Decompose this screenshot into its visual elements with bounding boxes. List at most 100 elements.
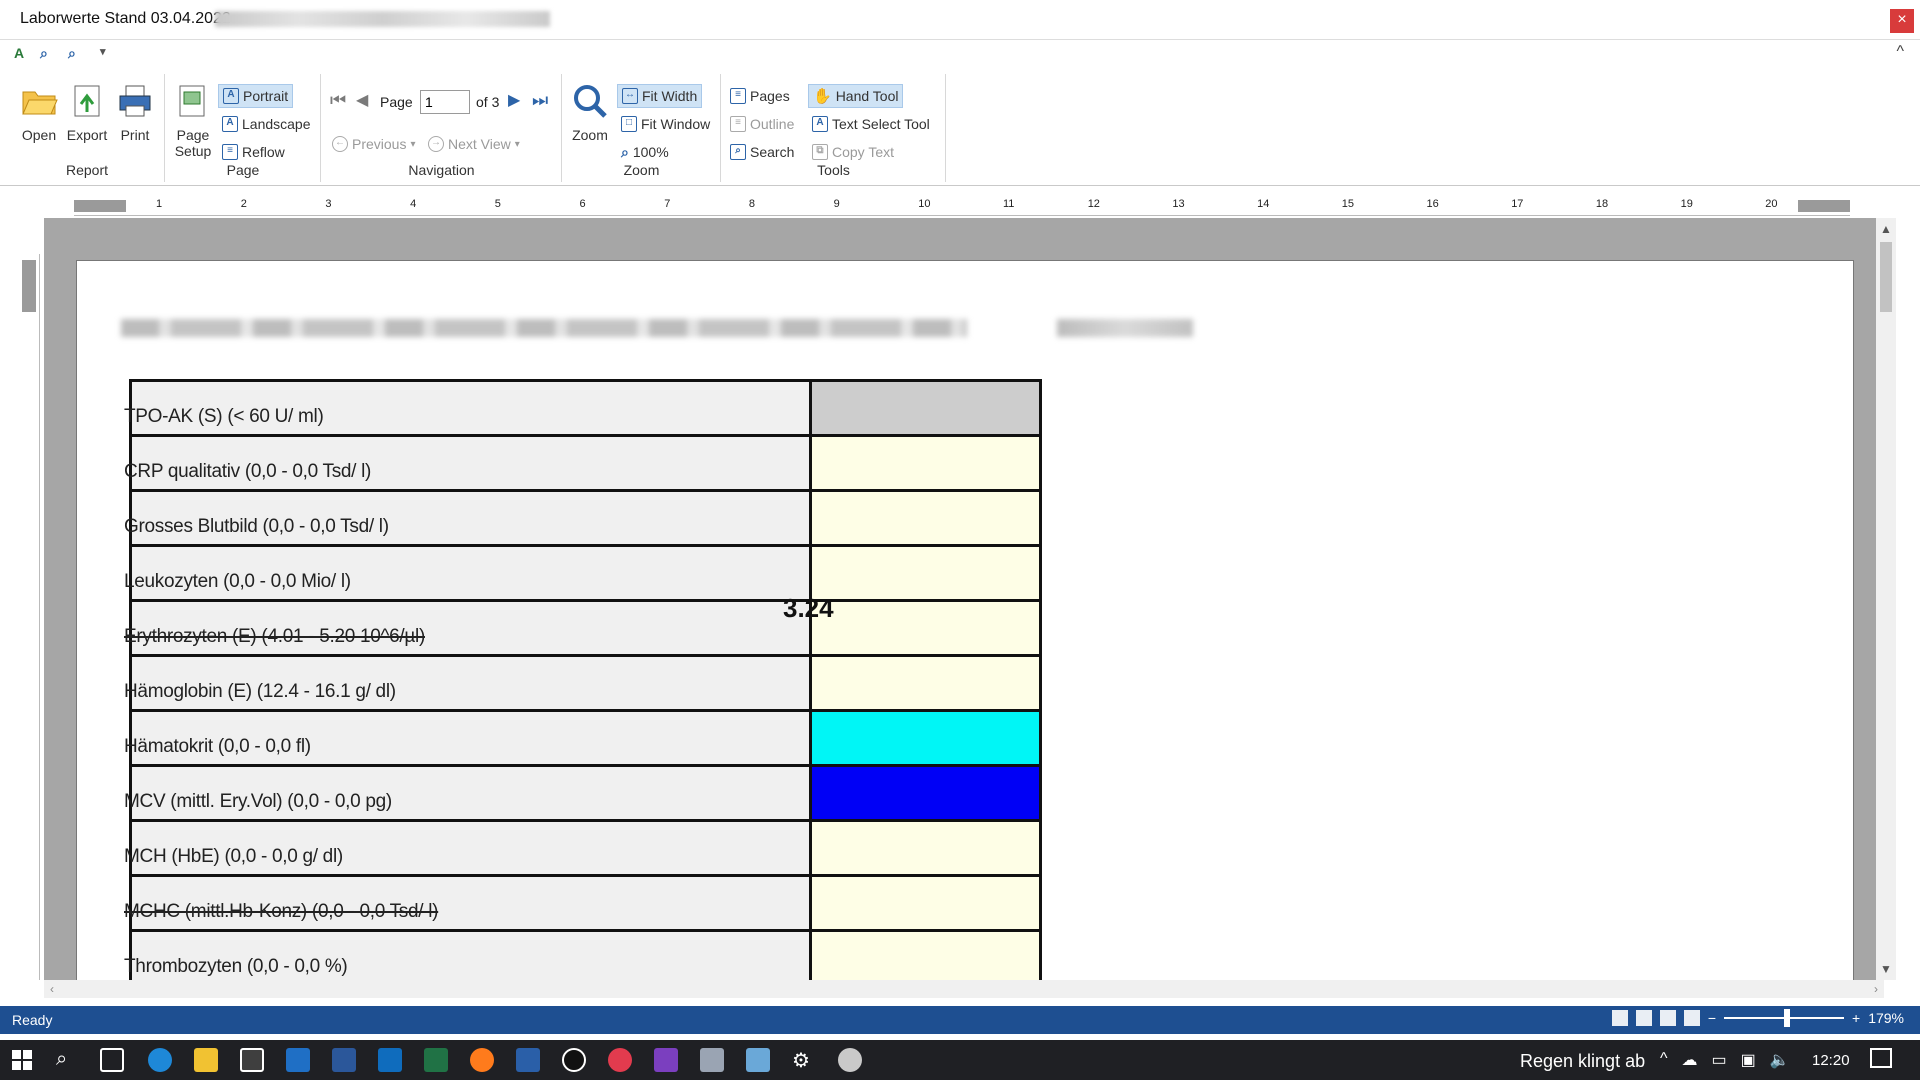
next-view-button[interactable]: → Next View ▾ <box>424 132 524 156</box>
search-icon[interactable]: ⌕ <box>56 1048 80 1072</box>
zoom-button[interactable]: Zoom <box>567 82 613 143</box>
hs-app-icon[interactable] <box>562 1048 586 1072</box>
zoom-in-icon[interactable]: + <box>1852 1010 1860 1026</box>
page-setup-button[interactable]: Page Setup <box>170 82 216 159</box>
previous-page-icon[interactable]: ◀ <box>356 90 368 110</box>
first-page-icon[interactable]: ⏮ <box>330 90 346 111</box>
settings-gear-icon[interactable]: ⚙ <box>792 1048 816 1072</box>
previous-view-button[interactable]: ← Previous ▾ <box>328 132 420 156</box>
firefox-icon[interactable] <box>470 1048 494 1072</box>
collapse-ribbon-icon[interactable]: ^ <box>1896 43 1904 61</box>
photoshop-elements-icon[interactable] <box>516 1048 540 1072</box>
zoom-out-icon[interactable]: − <box>1708 1010 1716 1026</box>
next-page-icon[interactable]: ▶ <box>508 90 520 110</box>
zoom-slider-knob[interactable] <box>1784 1009 1790 1027</box>
close-icon[interactable]: × <box>1890 9 1914 33</box>
zoom-page-icon[interactable]: ⌕ <box>40 45 58 63</box>
multi-page-view-icon[interactable] <box>1683 1010 1700 1026</box>
edge-icon[interactable] <box>148 1048 172 1072</box>
customize-dropdown-icon[interactable]: ▾ <box>100 45 118 63</box>
report-viewer-taskbar-icon[interactable] <box>838 1048 862 1072</box>
printer-icon <box>119 85 151 117</box>
ruler-number: 1 <box>156 198 163 210</box>
scroll-left-icon[interactable]: ‹ <box>50 982 54 996</box>
volume-icon[interactable]: 🔈 <box>1770 1050 1790 1070</box>
export-button[interactable]: Export <box>64 82 110 143</box>
table-row: TPO-AK (S) (< 60 U/ ml) <box>124 379 1042 437</box>
continuous-view-icon[interactable] <box>1635 1010 1652 1026</box>
task-view-icon[interactable] <box>100 1048 124 1072</box>
lab-test-name: TPO-AK (S) (< 60 U/ ml) <box>124 406 324 427</box>
store-icon[interactable] <box>240 1048 264 1072</box>
title-redacted-blur <box>215 11 550 27</box>
zoom-slider[interactable] <box>1724 1009 1844 1027</box>
word-icon[interactable] <box>332 1048 356 1072</box>
vertical-scrollbar[interactable]: ▲ ▼ <box>1876 218 1896 980</box>
text-select-tool-button[interactable]: A Text Select Tool <box>808 112 934 136</box>
remote-desktop-icon[interactable] <box>700 1048 724 1072</box>
zoom-window-icon[interactable]: ⌕ <box>68 45 86 63</box>
forward-arrow-icon: → <box>428 136 444 152</box>
outline-button[interactable]: ≡ Outline <box>726 112 798 136</box>
lab-test-name: Hämoglobin (E) (12.4 - 16.1 g/ dl) <box>124 681 396 702</box>
page-number-redacted-blur <box>1057 319 1193 337</box>
document-page: TPO-AK (S) (< 60 U/ ml) CRP qualitativ (0… <box>76 260 1854 980</box>
hand-tool-button[interactable]: ✋ Hand Tool <box>808 84 904 108</box>
red-app-icon[interactable] <box>608 1048 632 1072</box>
weather-text[interactable]: Regen klingt ab <box>1520 1051 1645 1072</box>
excel-icon[interactable] <box>424 1048 448 1072</box>
ruler-number: 13 <box>1172 198 1185 210</box>
landscape-button[interactable]: A Landscape <box>218 112 315 136</box>
outlook-icon[interactable] <box>378 1048 402 1072</box>
scroll-down-icon[interactable]: ▼ <box>1880 962 1892 976</box>
page-group: Page Setup A Portrait A Landscape ≡ Refl… <box>166 74 321 182</box>
table-row: MCV (mittl. Ery.Vol) (0,0 - 0,0 pg) <box>124 764 1042 822</box>
ruler-number: 19 <box>1680 198 1693 210</box>
export-icon <box>74 85 100 117</box>
cloud-app-icon[interactable] <box>746 1048 770 1072</box>
notification-center-icon[interactable] <box>1870 1048 1892 1068</box>
ruler-number: 10 <box>918 198 931 210</box>
fit-window-button[interactable]: □ Fit Window <box>617 112 714 136</box>
copy-text-button[interactable]: ⧉ Copy Text <box>808 140 898 164</box>
reflow-button[interactable]: ≡ Reflow <box>218 140 289 164</box>
portrait-button[interactable]: A Portrait <box>218 84 294 108</box>
visual-studio-icon[interactable] <box>654 1048 678 1072</box>
tools-group-label: Tools <box>817 162 850 178</box>
ruler-margin-right <box>1798 200 1850 212</box>
tray-overflow-icon[interactable]: ^ <box>1660 1050 1668 1070</box>
fit-width-button[interactable]: ↔ Fit Width <box>617 84 703 108</box>
ruler-number: 7 <box>664 198 671 210</box>
lab-value-cell <box>809 489 1042 547</box>
mail-icon[interactable] <box>286 1048 310 1072</box>
pages-button[interactable]: ≡ Pages <box>726 84 794 108</box>
document-viewer[interactable]: TPO-AK (S) (< 60 U/ ml) CRP qualitativ (0… <box>44 218 1884 980</box>
print-button[interactable]: Print <box>112 82 158 143</box>
text-icon[interactable]: A <box>14 45 32 63</box>
zoom-group: Zoom ↔ Fit Width □ Fit Window ⌕ 100% Zoo… <box>563 74 721 182</box>
horizontal-scrollbar[interactable]: ‹ › <box>44 980 1884 998</box>
onedrive-icon[interactable]: ☁ <box>1682 1050 1698 1070</box>
reflow-icon: ≡ <box>222 144 238 160</box>
lab-value-cell <box>809 819 1042 877</box>
battery-icon[interactable]: ▭ <box>1712 1050 1727 1070</box>
page-number-input[interactable] <box>420 90 470 114</box>
zoom-100-button[interactable]: ⌕ 100% <box>617 140 673 164</box>
clock[interactable]: 12:20 <box>1812 1052 1850 1069</box>
search-button[interactable]: ⌕ Search <box>726 140 798 164</box>
file-explorer-icon[interactable] <box>194 1048 218 1072</box>
back-arrow-icon: ← <box>332 136 348 152</box>
last-page-icon[interactable]: ⏭ <box>532 90 548 111</box>
scroll-up-icon[interactable]: ▲ <box>1880 222 1892 236</box>
network-icon[interactable]: ▣ <box>1741 1050 1756 1070</box>
single-page-view-icon[interactable] <box>1611 1010 1628 1026</box>
scroll-right-icon[interactable]: › <box>1874 982 1878 996</box>
heading-redacted-blur <box>121 319 967 337</box>
lab-test-name: MCV (mittl. Ery.Vol) (0,0 - 0,0 pg) <box>124 791 392 812</box>
navigation-group-label: Navigation <box>408 162 475 178</box>
windows-start-icon[interactable] <box>10 1048 34 1072</box>
facing-view-icon[interactable] <box>1659 1010 1676 1026</box>
lab-test-name-cell: TPO-AK (S) (< 60 U/ ml) <box>124 379 812 437</box>
scroll-thumb[interactable] <box>1880 242 1892 312</box>
open-button[interactable]: Open <box>16 82 62 143</box>
